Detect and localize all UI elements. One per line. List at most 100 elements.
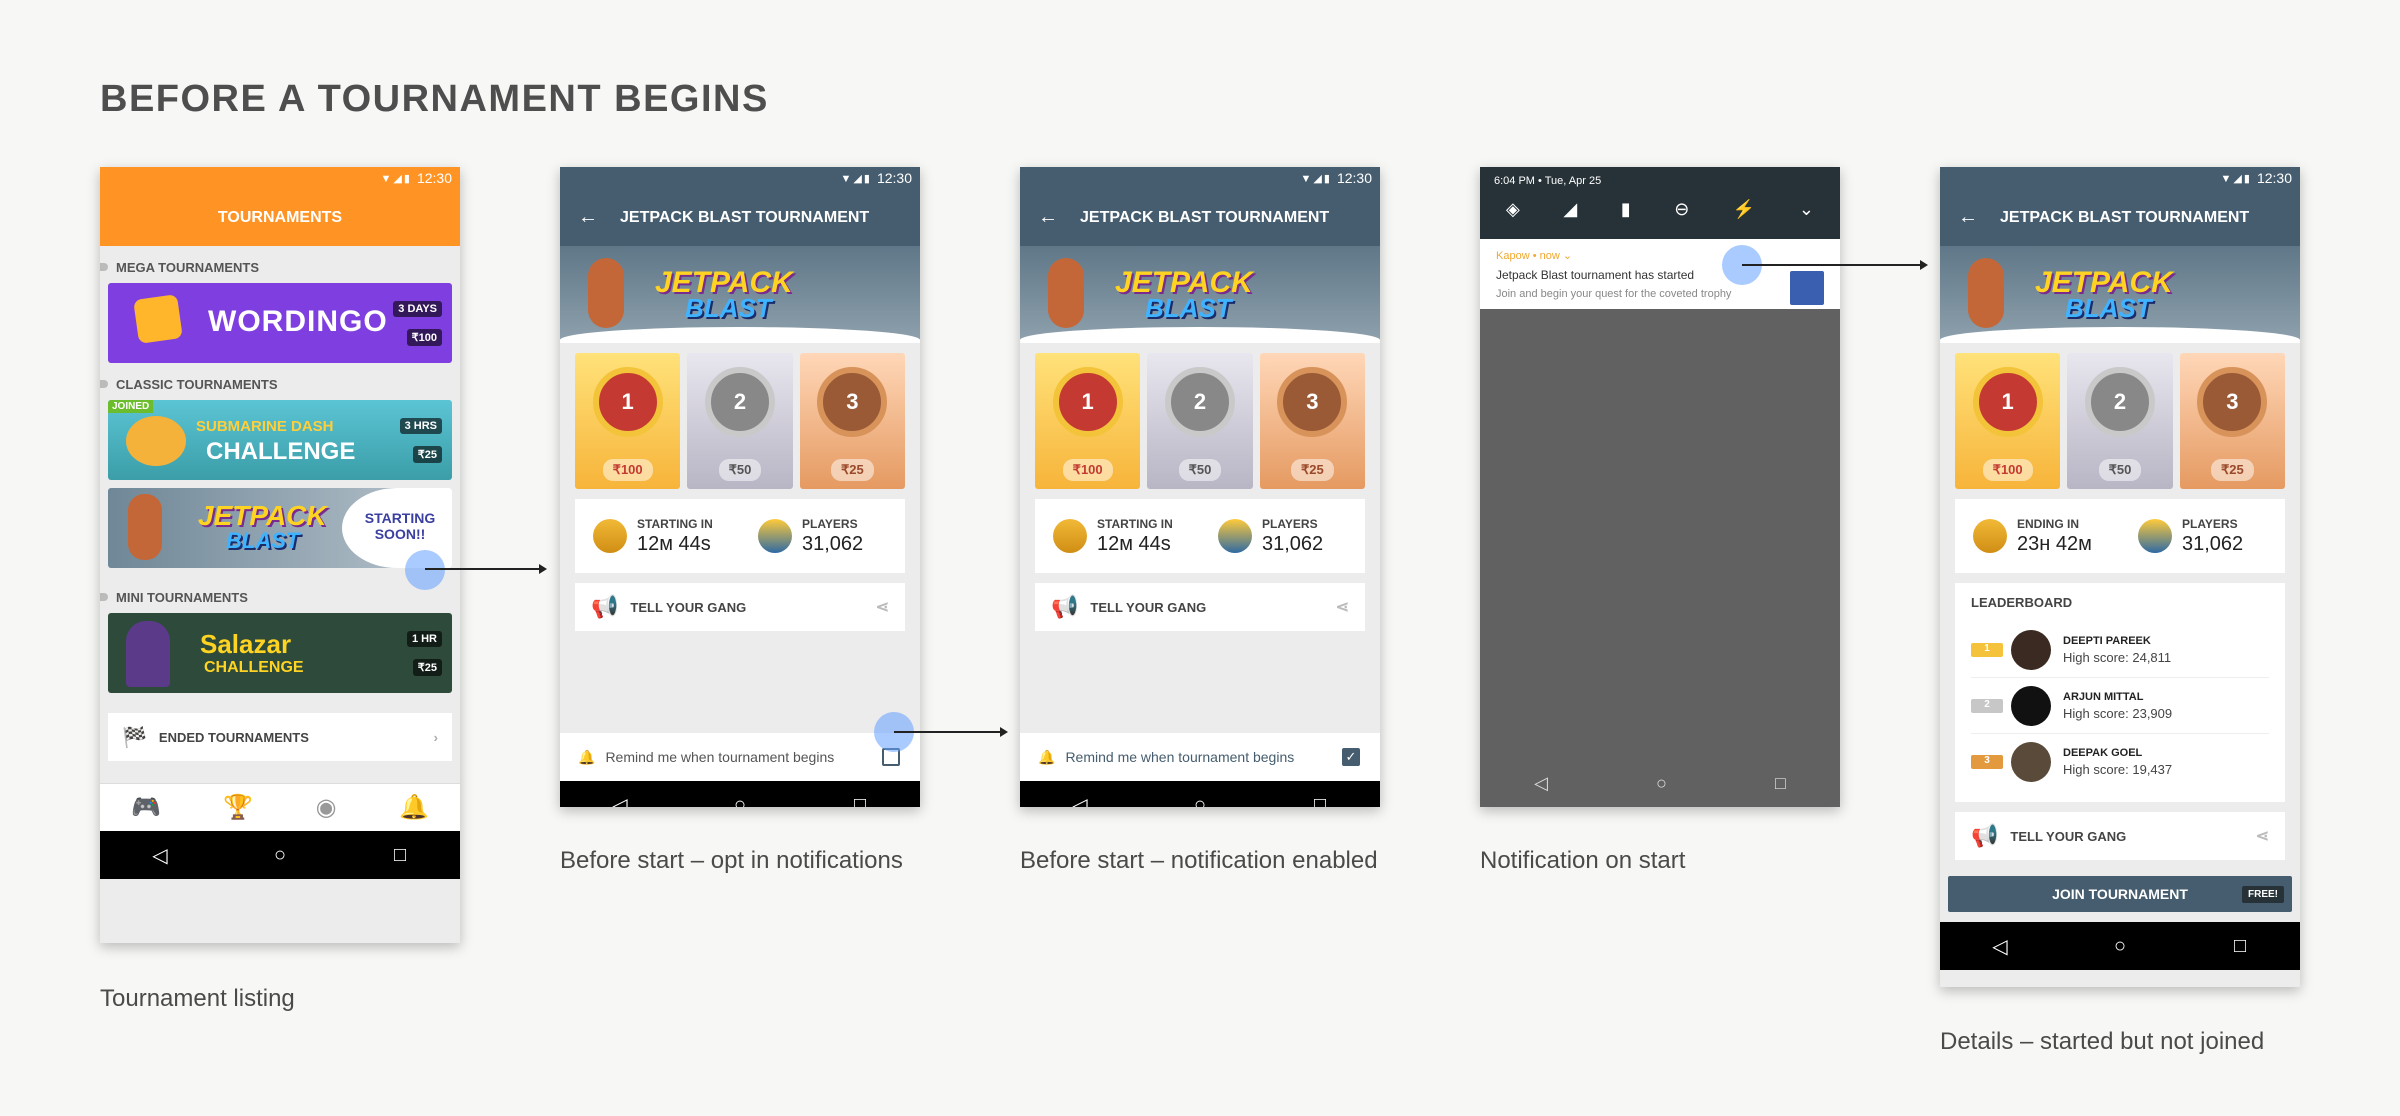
card-submarine[interactable]: JOINED SUBMARINE DASH CHALLENGE 3 HRS ₹2… (108, 400, 452, 480)
ended-tournaments-button[interactable]: 🏁 ENDED TOURNAMENTS › (108, 713, 452, 761)
recents-nav-icon[interactable]: □ (370, 844, 430, 867)
remind-checkbox-checked[interactable]: ✓ (1342, 748, 1360, 766)
flow-arrow (1742, 260, 1928, 270)
leaderboard-row[interactable]: 2 ARJUN MITTAL High score: 23,909 (1971, 678, 2269, 734)
app-bar: ← JETPACK BLAST TOURNAMENT (1940, 189, 2300, 246)
wifi-icon[interactable]: ◈ (1506, 199, 1520, 220)
prize-amount: ₹50 (1178, 459, 1222, 481)
remind-row[interactable]: 🔔 Remind me when tournament begins (560, 733, 920, 781)
back-nav-icon[interactable]: ◁ (590, 793, 650, 808)
jetpack-character-icon (1048, 258, 1084, 328)
players-value: 31,062 (2182, 532, 2244, 555)
prize-silver: 2 ₹50 (1147, 353, 1253, 489)
flashlight-icon[interactable]: ⚡ (1733, 199, 1755, 220)
signal-icon[interactable]: ◢ (1563, 199, 1577, 220)
back-arrow-icon[interactable]: ← (578, 206, 598, 229)
share-label: TELL YOUR GANG (630, 599, 747, 615)
logo-blast: BLAST (2065, 293, 2152, 323)
notification-shade: 6:04 PM • Tue, Apr 25 ◈ ◢ ▮ ⊖ ⚡ ⌄ (1480, 167, 1840, 239)
prize-amount: ₹25 (1290, 459, 1334, 481)
flow-arrow (894, 727, 1008, 737)
free-badge: FREE! (2242, 885, 2284, 903)
status-time: 12:30 (416, 170, 452, 186)
signal-icons: ▼◢▮ (840, 172, 872, 185)
joined-badge: JOINED (108, 400, 154, 413)
submarine-prize: ₹25 (412, 446, 442, 463)
card-salazar[interactable]: Salazar CHALLENGE 1 HR ₹25 (108, 613, 452, 693)
app-bar: ← JETPACK BLAST TOURNAMENT (560, 189, 920, 246)
bronze-medal-icon: 3 (1277, 367, 1348, 437)
back-nav-icon[interactable]: ◁ (130, 843, 190, 868)
players-value: 31,062 (802, 532, 864, 555)
avatar (2011, 629, 2051, 670)
battery-icon[interactable]: ▮ (1621, 199, 1631, 220)
recents-nav-icon[interactable]: □ (1290, 794, 1350, 808)
join-label: JOIN TOURNAMENT (2052, 886, 2188, 902)
hero-banner: JETPACK BLAST (560, 246, 920, 343)
section-mini: MINI TOURNAMENTS (100, 590, 460, 605)
tell-your-gang-button[interactable]: 📢 TELL YOUR GANG ⋖ (1035, 583, 1365, 631)
bell-icon[interactable]: 🔔 (399, 793, 429, 822)
leaderboard-row[interactable]: 3 DEEPAK GOEL High score: 19,437 (1971, 734, 2269, 790)
players-label: PLAYERS (2182, 516, 2238, 531)
prize-gold: 1 ₹100 (1955, 353, 2061, 489)
section-classic: CLASSIC TOURNAMENTS (100, 377, 460, 392)
players-label: PLAYERS (1262, 516, 1318, 531)
bronze-medal-icon: 3 (2197, 367, 2268, 437)
prize-row: 1 ₹100 2 ₹50 3 ₹25 (1940, 343, 2300, 499)
android-nav-bar: ◁ ○ □ (100, 831, 460, 879)
leaderboard-row[interactable]: 1 DEEPTI PAREEK High score: 24,811 (1971, 622, 2269, 678)
status-time: 12:30 (1336, 170, 1372, 186)
avatar-icon[interactable]: ◉ (316, 793, 337, 822)
home-nav-icon[interactable]: ○ (2090, 935, 2150, 958)
home-nav-icon[interactable]: ○ (250, 844, 310, 867)
player-name: ARJUN MITTAL (2063, 690, 2144, 703)
leaderboard-title: LEADERBOARD (1971, 595, 2073, 610)
salazar-time: 1 HR (406, 631, 442, 647)
caption-enabled: Before start – notification enabled (1020, 847, 1378, 874)
starting-soon-label: STARTING SOON!! (364, 510, 436, 542)
expand-icon[interactable]: ⌄ (1799, 199, 1814, 220)
tell-your-gang-button[interactable]: 📢 TELL YOUR GANG ⋖ (575, 583, 905, 631)
share-icon[interactable]: ⋖ (2256, 826, 2269, 846)
recents-nav-icon[interactable]: □ (2210, 935, 2270, 958)
tell-your-gang-button[interactable]: 📢 TELL YOUR GANG ⋖ (1955, 812, 2285, 860)
player-score: High score: 24,811 (2063, 649, 2172, 665)
home-nav-icon[interactable]: ○ (710, 794, 770, 808)
join-tournament-button[interactable]: JOIN TOURNAMENT FREE! (1948, 876, 2292, 912)
starting-value: 12м 44s (637, 532, 711, 555)
remind-row[interactable]: 🔔 Remind me when tournament begins ✓ (1020, 733, 1380, 781)
hero-banner: JETPACK BLAST (1020, 246, 1380, 343)
starting-label: STARTING IN (1097, 516, 1173, 531)
ending-label: ENDING IN (2017, 516, 2080, 531)
status-bar: ▼◢▮ 12:30 (560, 167, 920, 189)
recents-nav-icon[interactable]: □ (1775, 773, 1786, 794)
logo-blast: BLAST (1145, 293, 1232, 323)
back-nav-icon[interactable]: ◁ (1050, 793, 1110, 808)
players-icon (1218, 519, 1252, 553)
back-nav-icon[interactable]: ◁ (1534, 773, 1548, 794)
gamepad-icon[interactable]: 🎮 (131, 793, 161, 822)
shade-datetime: 6:04 PM • Tue, Apr 25 (1494, 175, 1602, 187)
app-bar-title: JETPACK BLAST TOURNAMENT (2000, 208, 2250, 226)
share-icon[interactable]: ⋖ (876, 597, 889, 617)
notification-card[interactable]: Kapow • now ⌄ Jetpack Blast tournament h… (1480, 239, 1840, 309)
share-icon[interactable]: ⋖ (1336, 597, 1349, 617)
back-arrow-icon[interactable]: ← (1038, 206, 1058, 229)
trophy-icon[interactable]: 🏆 (223, 793, 253, 822)
dnd-icon[interactable]: ⊖ (1674, 199, 1689, 220)
home-nav-icon[interactable]: ○ (1656, 773, 1667, 794)
starting-value: 12м 44s (1097, 532, 1171, 555)
android-nav-bar: ◁ ○ □ (560, 781, 920, 807)
home-nav-icon[interactable]: ○ (1170, 794, 1230, 808)
card-wordingo[interactable]: WORDINGO 3 DAYS ₹100 (108, 283, 452, 363)
caption-notif: Notification on start (1480, 847, 1686, 874)
section-mega: MEGA TOURNAMENTS (100, 260, 460, 275)
checkered-flag-icon: 🏁 (122, 726, 147, 749)
back-arrow-icon[interactable]: ← (1958, 206, 1978, 229)
recents-nav-icon[interactable]: □ (830, 794, 890, 808)
wordingo-prize: ₹100 (406, 329, 442, 346)
touch-indicator (405, 550, 445, 590)
back-nav-icon[interactable]: ◁ (1970, 934, 2030, 959)
card-jetpack[interactable]: JETPACK BLAST STARTING SOON!! (108, 488, 452, 568)
